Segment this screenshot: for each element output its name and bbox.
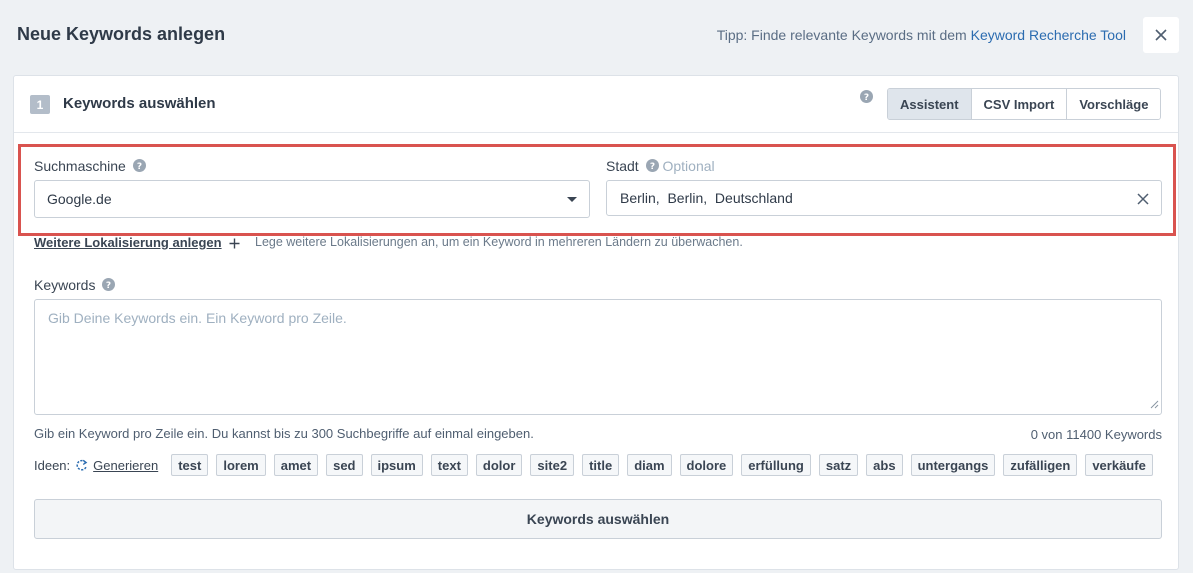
tip-text: Tipp: Finde relevante Keywords mit dem K…: [717, 27, 1126, 43]
idea-chip[interactable]: amet: [273, 454, 319, 476]
idea-chip[interactable]: text: [430, 454, 468, 476]
step-badge: 1: [30, 95, 50, 114]
idea-chip[interactable]: title: [582, 454, 620, 476]
idea-chip[interactable]: verkäufe: [1085, 454, 1153, 476]
keywords-hint: Gib ein Keyword pro Zeile ein. Du kannst…: [34, 426, 534, 441]
tip-prefix: Tipp: Finde relevante Keywords mit dem: [716, 27, 967, 43]
search-engine-value: Google.de: [47, 191, 112, 207]
help-icon[interactable]: ?: [132, 159, 146, 172]
select-keywords-button[interactable]: Keywords auswählen: [34, 499, 1162, 539]
svg-text:?: ?: [649, 162, 654, 172]
keywords-count: 0 von 11400 Keywords: [1030, 427, 1162, 442]
idea-chip[interactable]: zufälligen: [1003, 454, 1078, 476]
keywords-label-text: Keywords: [34, 277, 96, 293]
close-icon: [1155, 29, 1167, 41]
city-label: Stadt ? Optional: [606, 158, 715, 174]
resize-grip-icon[interactable]: [1150, 396, 1159, 412]
keywords-textarea[interactable]: Gib Deine Keywords ein. Ein Keyword pro …: [34, 299, 1162, 415]
city-value: Berlin, Berlin, Deutschland: [620, 190, 793, 206]
idea-chip[interactable]: diam: [627, 454, 672, 476]
idea-chip[interactable]: dolor: [475, 454, 523, 476]
city-optional: Optional: [662, 158, 715, 174]
engine-label: Suchmaschine ?: [34, 158, 146, 174]
generate-ideas-link[interactable]: Generieren: [93, 458, 158, 473]
localization-hint: Lege weitere Lokalisierungen an, um ein …: [255, 235, 743, 249]
idea-chip[interactable]: abs: [866, 454, 903, 476]
idea-chip[interactable]: satz: [818, 454, 859, 476]
ideas-row: Ideen: Generieren test lorem amet sed ip…: [34, 453, 1162, 477]
card-header: 1 Keywords auswählen ? Assistent CSV Imp…: [14, 76, 1178, 133]
engine-label-text: Suchmaschine: [34, 158, 126, 174]
help-icon[interactable]: ?: [102, 278, 116, 291]
svg-text:?: ?: [864, 93, 869, 103]
search-engine-select[interactable]: Google.de: [34, 180, 590, 218]
svg-text:?: ?: [106, 281, 111, 291]
clear-icon[interactable]: [1137, 192, 1149, 208]
idea-chip[interactable]: dolore: [679, 454, 734, 476]
modal-title: Neue Keywords anlegen: [17, 24, 226, 44]
keyword-card: 1 Keywords auswählen ? Assistent CSV Imp…: [13, 75, 1179, 570]
idea-chip[interactable]: site2: [530, 454, 575, 476]
chevron-down-icon: [567, 197, 577, 202]
idea-chip[interactable]: ipsum: [370, 454, 423, 476]
help-icon[interactable]: ?: [645, 159, 659, 172]
idea-chip[interactable]: lorem: [216, 454, 266, 476]
city-input[interactable]: Berlin, Berlin, Deutschland: [606, 180, 1162, 216]
idea-chip[interactable]: test: [171, 454, 209, 476]
help-icon[interactable]: ?: [860, 90, 873, 108]
keyword-research-link[interactable]: Keyword Recherche Tool: [971, 27, 1126, 43]
plus-icon[interactable]: [229, 236, 240, 254]
keywords-placeholder: Gib Deine Keywords ein. Ein Keyword pro …: [48, 310, 347, 326]
tab-assistent[interactable]: Assistent: [888, 89, 972, 119]
refresh-icon[interactable]: [75, 459, 88, 472]
idea-chip[interactable]: sed: [326, 454, 363, 476]
tab-csv-import[interactable]: CSV Import: [971, 89, 1068, 119]
close-button[interactable]: [1143, 17, 1179, 53]
tab-vorschlaege[interactable]: Vorschläge: [1067, 89, 1161, 119]
mode-tabs: Assistent CSV Import Vorschläge: [887, 88, 1162, 120]
idea-chip[interactable]: erfüllung: [741, 454, 811, 476]
ideas-label: Ideen:: [34, 457, 71, 473]
idea-chip[interactable]: untergangs: [910, 454, 996, 476]
svg-text:?: ?: [137, 162, 142, 172]
keywords-label: Keywords ?: [34, 277, 116, 293]
city-label-text: Stadt: [606, 158, 639, 174]
add-localization-link[interactable]: Weitere Lokalisierung anlegen: [34, 235, 222, 250]
card-title: Keywords auswählen: [63, 95, 216, 112]
